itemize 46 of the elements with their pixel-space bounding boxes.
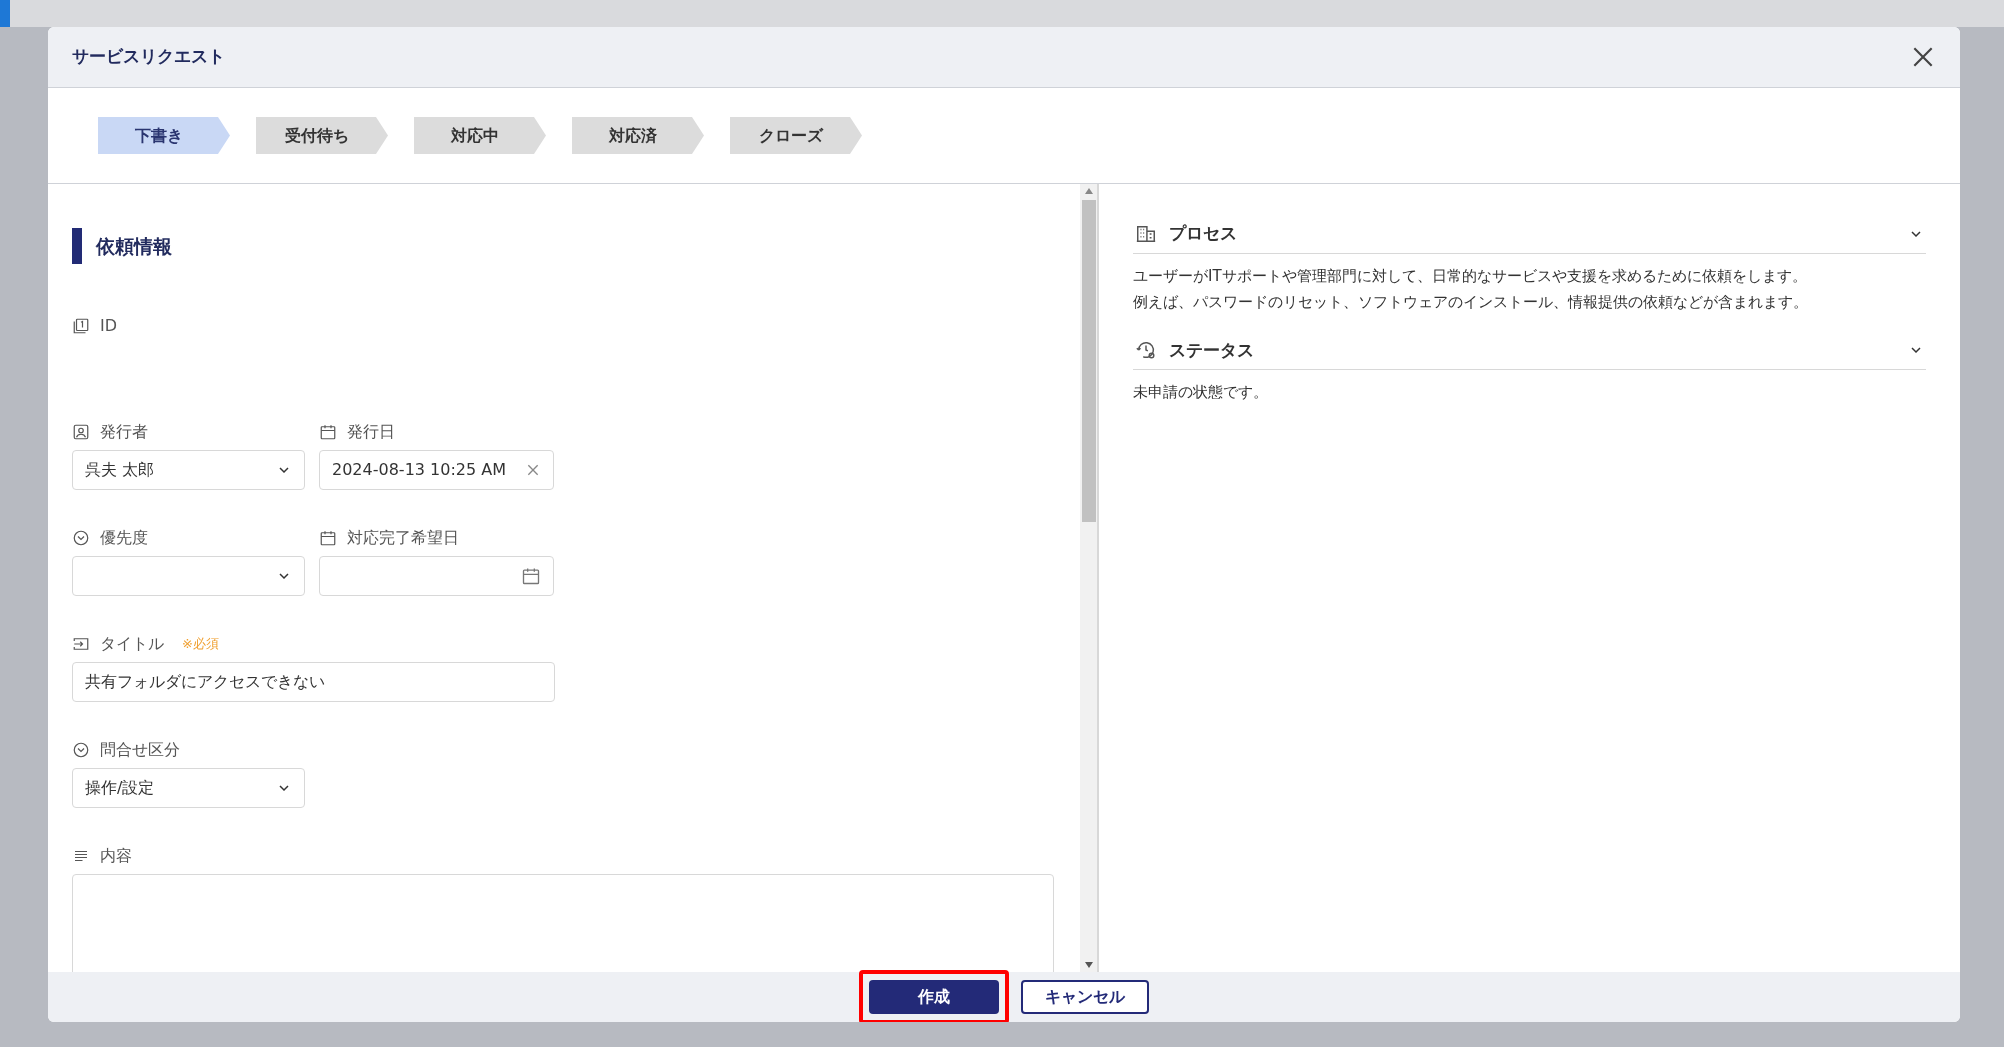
field-label: タイトル <box>100 633 164 655</box>
workflow-step[interactable]: 受付待ち <box>256 117 388 154</box>
field-label: 対応完了希望日 <box>347 527 459 549</box>
dialog-title: サービスリクエスト <box>72 45 225 69</box>
scrollbar-thumb[interactable] <box>1081 200 1096 522</box>
scroll-down-icon[interactable] <box>1084 962 1093 968</box>
title-field[interactable]: 共有フォルダにアクセスできない <box>72 662 555 702</box>
input-arrow-icon <box>72 635 90 653</box>
field-label: 発行日 <box>347 421 395 443</box>
panel-text: 例えば、パスワードのリセット、ソフトウェアのインストール、情報提供の依頼などが含まれます。 <box>1133 291 1809 313</box>
scrollbar[interactable] <box>1080 184 1097 972</box>
calendar-icon[interactable] <box>521 566 541 586</box>
field-label: 発行者 <box>100 421 148 443</box>
section-accent-bar <box>72 228 82 264</box>
cancel-button[interactable]: キャンセル <box>1021 980 1149 1014</box>
select-field[interactable]: 操作/設定 <box>72 768 305 808</box>
user-card-icon <box>72 423 90 441</box>
field-label: 内容 <box>100 845 132 867</box>
numbered-square-icon <box>72 317 90 335</box>
section-title: 依頼情報 <box>96 233 172 259</box>
panel-title: プロセス <box>1169 222 1237 245</box>
field-label: 問合せ区分 <box>100 739 180 761</box>
scroll-up-icon[interactable] <box>1084 188 1093 194</box>
panel-text: 未申請の状態です。 <box>1133 382 1269 403</box>
calendar-icon <box>319 529 337 547</box>
workflow-step[interactable]: 下書き <box>98 117 230 154</box>
select-field[interactable] <box>72 556 305 596</box>
calendar-icon <box>319 423 337 441</box>
workflow-step[interactable]: 対応中 <box>414 117 546 154</box>
panel-header[interactable]: ステータス <box>1133 337 1926 370</box>
create-button[interactable]: 作成 <box>869 980 999 1014</box>
field-label: 優先度 <box>100 527 148 549</box>
panel-text: ユーザーがITサポートや管理部門に対して、日常的なサービスや支援を求めるために依頼をします。 <box>1133 265 1808 287</box>
chevron-circle-icon <box>72 529 90 547</box>
clear-icon[interactable] <box>525 462 541 478</box>
date-field[interactable] <box>319 556 554 596</box>
panel-title: ステータス <box>1169 338 1254 362</box>
field-label: ID <box>100 315 118 337</box>
datetime-field[interactable]: 2024-08-13 10:25 AM <box>319 450 554 490</box>
chevron-circle-icon <box>72 741 90 759</box>
panel-header[interactable]: プロセス <box>1133 221 1926 254</box>
required-note: ※必須 <box>182 635 219 654</box>
history-gear-icon <box>1135 339 1157 362</box>
workflow-step[interactable]: 対応済 <box>572 117 704 154</box>
select-field[interactable]: 呉夫 太郎 <box>72 450 305 490</box>
workflow-step[interactable]: クローズ <box>730 117 862 154</box>
